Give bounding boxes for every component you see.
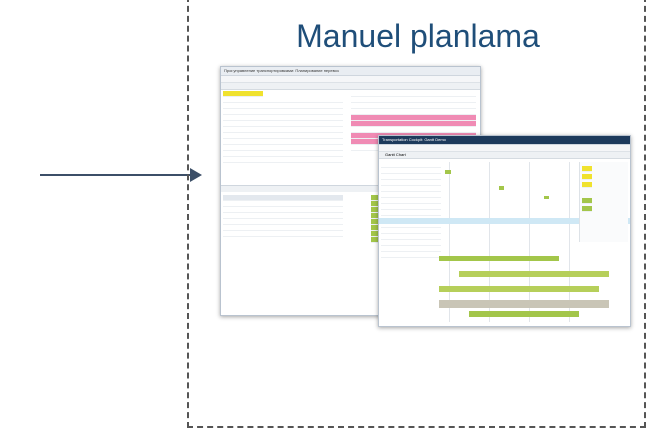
grid-line bbox=[569, 162, 570, 322]
grid-line bbox=[489, 162, 490, 322]
legend-panel bbox=[579, 162, 628, 242]
gantt-screenshot-front: Transportation Cockpit: Gantt Demo Gantt… bbox=[378, 135, 631, 327]
frame-title: Manuel planlama bbox=[296, 18, 540, 54]
gantt-bar bbox=[459, 271, 609, 277]
gantt-bar bbox=[439, 300, 609, 308]
gantt-bar bbox=[469, 311, 579, 317]
gantt-label: Gantt Chart bbox=[379, 152, 630, 159]
resource-list bbox=[381, 162, 441, 322]
toolbar bbox=[379, 145, 630, 152]
flow-arrow-line bbox=[40, 174, 195, 176]
panel-header bbox=[221, 83, 480, 90]
lower-left-table bbox=[223, 195, 343, 255]
gantt-bar bbox=[544, 196, 549, 199]
window-title-bar: Прог.управление транспортировками: Плани… bbox=[221, 67, 480, 76]
gantt-bar bbox=[439, 286, 599, 292]
gantt-bar bbox=[445, 170, 451, 174]
grid-line bbox=[449, 162, 450, 322]
gantt-bar bbox=[439, 256, 559, 261]
window-title-bar: Transportation Cockpit: Gantt Demo bbox=[379, 136, 630, 145]
toolbar bbox=[221, 76, 480, 83]
upper-left-table bbox=[223, 91, 343, 181]
grid-line bbox=[529, 162, 530, 322]
gantt-bar bbox=[499, 186, 504, 190]
